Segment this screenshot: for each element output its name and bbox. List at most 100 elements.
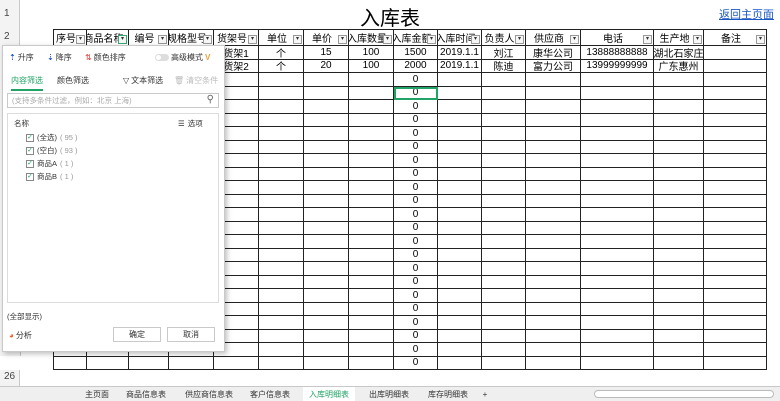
grid-cell[interactable]: [526, 86, 581, 100]
grid-cell[interactable]: [704, 113, 767, 127]
grid-cell[interactable]: [704, 154, 767, 168]
grid-cell[interactable]: 13888888888: [581, 46, 654, 60]
grid-cell[interactable]: 0: [394, 221, 438, 235]
grid-cell[interactable]: [349, 289, 394, 303]
grid-cell[interactable]: 100: [349, 59, 394, 73]
column-header[interactable]: 商品名称 ▾: [87, 29, 129, 46]
grid-cell[interactable]: [349, 235, 394, 249]
grid-cell[interactable]: [438, 127, 482, 141]
grid-cell[interactable]: [704, 208, 767, 222]
cancel-button[interactable]: 取消: [167, 327, 215, 342]
grid-cell[interactable]: 刘江: [482, 46, 526, 60]
grid-cell[interactable]: [438, 73, 482, 87]
filter-dropdown-icon[interactable]: ▾: [338, 35, 347, 44]
grid-cell[interactable]: [304, 113, 349, 127]
grid-cell[interactable]: [304, 140, 349, 154]
grid-cell[interactable]: [349, 248, 394, 262]
grid-cell[interactable]: [526, 73, 581, 87]
grid-cell[interactable]: 0: [394, 194, 438, 208]
grid-cell[interactable]: [304, 167, 349, 181]
grid-cell[interactable]: [526, 140, 581, 154]
grid-cell[interactable]: [259, 221, 304, 235]
grid-cell[interactable]: [654, 167, 704, 181]
grid-cell[interactable]: [438, 86, 482, 100]
grid-cell[interactable]: [482, 302, 526, 316]
grid-cell[interactable]: [349, 154, 394, 168]
grid-cell[interactable]: [438, 194, 482, 208]
grid-cell[interactable]: [581, 248, 654, 262]
filter-dropdown-icon[interactable]: ▾: [515, 35, 524, 44]
grid-cell[interactable]: [581, 194, 654, 208]
grid-cell[interactable]: 广东惠州: [654, 59, 704, 73]
grid-cell[interactable]: [482, 167, 526, 181]
grid-cell[interactable]: [349, 167, 394, 181]
grid-cell[interactable]: [438, 302, 482, 316]
grid-cell[interactable]: [654, 343, 704, 357]
grid-cell[interactable]: [349, 329, 394, 343]
grid-cell[interactable]: [482, 140, 526, 154]
grid-cell[interactable]: [654, 221, 704, 235]
grid-cell[interactable]: 0: [394, 289, 438, 303]
column-header[interactable]: 生产地 ▾: [654, 29, 704, 46]
grid-cell[interactable]: [654, 113, 704, 127]
grid-cell[interactable]: [438, 181, 482, 195]
grid-cell[interactable]: [581, 221, 654, 235]
grid-cell[interactable]: [259, 86, 304, 100]
grid-cell[interactable]: [482, 275, 526, 289]
grid-cell[interactable]: [129, 356, 169, 370]
grid-cell[interactable]: [259, 302, 304, 316]
grid-cell[interactable]: [304, 127, 349, 141]
grid-cell[interactable]: 0: [394, 100, 438, 114]
sort-color-button[interactable]: ⇅ 颜色排序: [85, 52, 126, 63]
grid-cell[interactable]: 0: [394, 356, 438, 370]
sheet-tab[interactable]: 供应商信息表: [178, 387, 240, 401]
grid-cell[interactable]: [53, 356, 87, 370]
grid-cell[interactable]: [438, 167, 482, 181]
grid-cell[interactable]: [581, 208, 654, 222]
grid-cell[interactable]: [581, 343, 654, 357]
grid-cell[interactable]: [654, 73, 704, 87]
grid-cell[interactable]: [438, 248, 482, 262]
grid-cell[interactable]: [482, 248, 526, 262]
grid-cell[interactable]: [581, 316, 654, 330]
grid-cell[interactable]: [349, 86, 394, 100]
grid-cell[interactable]: [304, 329, 349, 343]
grid-cell[interactable]: [87, 356, 129, 370]
tab-color-filter[interactable]: 颜色筛选: [57, 75, 89, 91]
grid-cell[interactable]: [526, 356, 581, 370]
grid-cell[interactable]: 0: [394, 208, 438, 222]
grid-cell[interactable]: [349, 127, 394, 141]
grid-cell[interactable]: [654, 100, 704, 114]
grid-cell[interactable]: [304, 100, 349, 114]
grid-cell[interactable]: [704, 127, 767, 141]
grid-cell[interactable]: [259, 100, 304, 114]
back-to-home-link[interactable]: 返回主页面: [719, 6, 774, 22]
grid-cell[interactable]: [581, 262, 654, 276]
grid-cell[interactable]: [654, 235, 704, 249]
grid-cell[interactable]: [259, 235, 304, 249]
options-button[interactable]: ☰ 选项: [178, 118, 203, 129]
grid-cell[interactable]: [526, 194, 581, 208]
filter-dropdown-icon[interactable]: ▾: [158, 35, 167, 44]
grid-cell[interactable]: [259, 356, 304, 370]
grid-cell[interactable]: [349, 275, 394, 289]
grid-cell[interactable]: [304, 221, 349, 235]
grid-cell[interactable]: [704, 343, 767, 357]
grid-cell[interactable]: 0: [394, 235, 438, 249]
filter-dropdown-icon[interactable]: ▾: [203, 35, 212, 44]
filter-list-item[interactable]: ✓ 商品A( 1 ): [26, 158, 73, 169]
row-header-r2[interactable]: 2: [0, 27, 20, 46]
grid-cell[interactable]: [259, 181, 304, 195]
grid-cell[interactable]: [304, 181, 349, 195]
grid-cell[interactable]: [704, 194, 767, 208]
grid-cell[interactable]: [654, 181, 704, 195]
grid-cell[interactable]: [581, 140, 654, 154]
grid-cell[interactable]: [581, 302, 654, 316]
grid-cell[interactable]: [581, 100, 654, 114]
grid-cell[interactable]: 0: [394, 262, 438, 276]
grid-cell[interactable]: [438, 289, 482, 303]
clear-conditions-button[interactable]: 🗑 清空条件: [174, 75, 218, 86]
grid-cell[interactable]: [349, 194, 394, 208]
grid-cell[interactable]: [304, 235, 349, 249]
filter-dropdown-icon[interactable]: ▾: [643, 35, 652, 44]
